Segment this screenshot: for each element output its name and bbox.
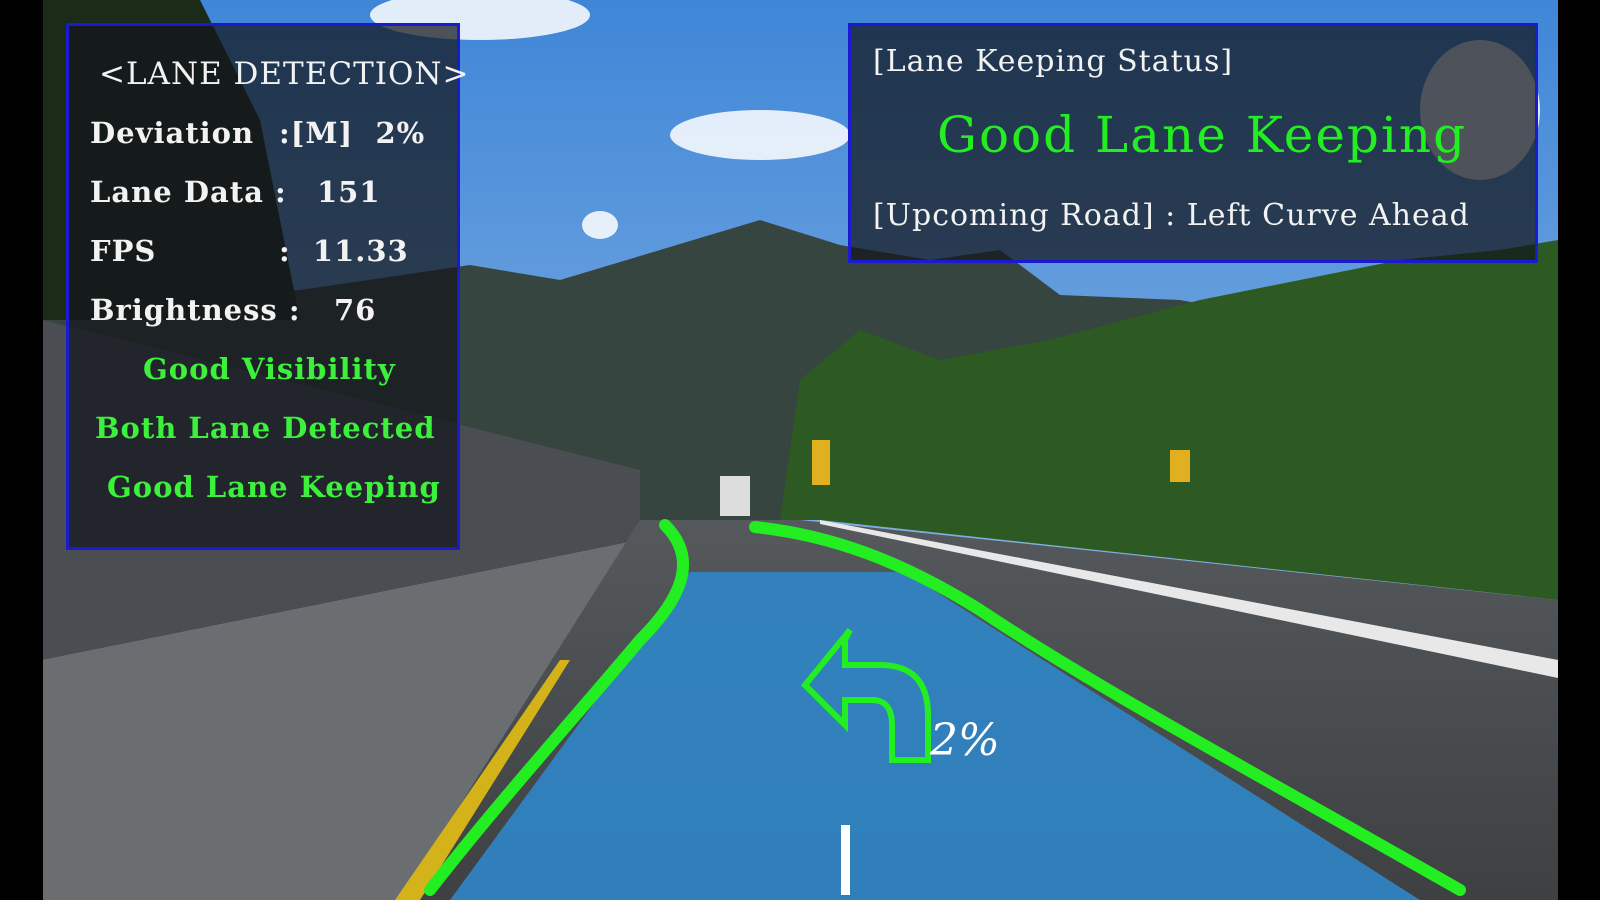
chevron-sign xyxy=(1170,450,1190,482)
center-marker xyxy=(841,825,850,895)
brightness-value: 76 xyxy=(334,293,377,327)
fps-value: : 11.33 xyxy=(279,234,409,268)
lane-detection-video-frame: <LANE DETECTION> Deviation :[M] 2% Lane … xyxy=(0,0,1600,900)
lane-detection-panel: <LANE DETECTION> Deviation :[M] 2% Lane … xyxy=(66,23,469,550)
fps-label: FPS xyxy=(90,234,157,268)
lane-keeping-status: Good Lane Keeping xyxy=(107,470,441,504)
lane-keeping-status-panel: [Lane Keeping Status] Good Lane Keeping … xyxy=(848,23,1538,263)
status-panel-title: [Lane Keeping Status] xyxy=(873,44,1234,79)
lane-data-value: 151 xyxy=(317,175,381,209)
lane-keeping-result: Good Lane Keeping xyxy=(937,106,1468,164)
deviation-value: :[M] 2% xyxy=(279,116,426,150)
panel-title: <LANE DETECTION> xyxy=(99,56,470,92)
vehicle xyxy=(720,476,750,516)
lane-detected-status: Both Lane Detected xyxy=(95,411,436,445)
upcoming-road-info: [Upcoming Road] : Left Curve Ahead xyxy=(873,198,1470,233)
deviation-percent-label: 2% xyxy=(930,715,1000,766)
deviation-label: Deviation xyxy=(90,116,255,150)
visibility-status: Good Visibility xyxy=(143,352,396,386)
road-sign xyxy=(812,440,830,485)
lane-data-label: Lane Data : xyxy=(90,175,287,209)
brightness-label: Brightness : xyxy=(90,293,301,327)
